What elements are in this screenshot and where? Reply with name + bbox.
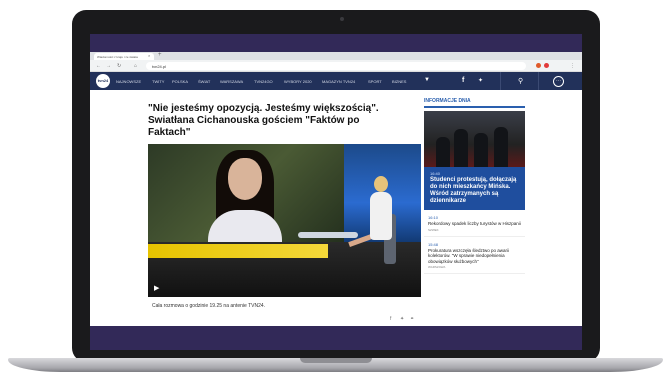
home-icon[interactable]: ⌂ <box>134 63 137 69</box>
nav-divider <box>500 72 501 90</box>
nav-swiat[interactable]: ŚWIAT <box>198 79 210 84</box>
nav-biznes[interactable]: BIZNES <box>392 79 406 84</box>
laptop-stage: Wiadomości z kraju i ze świata × + ← → ↻… <box>0 0 671 388</box>
crowd-figure <box>436 137 450 167</box>
nav-najnowsze[interactable]: NAJNOWSZE <box>116 79 141 84</box>
list-item[interactable]: 16:10 Rekordowy spadek liczby turystów w… <box>424 210 525 237</box>
video-player[interactable]: ▶ <box>148 144 421 297</box>
sidebar-title: INFORMACJE DNIA <box>424 98 525 108</box>
nav-tvn24go[interactable]: TVN24GO <box>254 79 273 84</box>
guest-face <box>228 158 262 200</box>
alert-icon[interactable] <box>544 63 549 68</box>
twitter-share-icon[interactable]: ✦ <box>400 316 404 322</box>
crowd-figure <box>494 127 508 167</box>
anchor-head <box>374 176 388 192</box>
nav-magazyn[interactable]: MAGAZYN TVN24 <box>322 79 355 84</box>
tvn24-logo[interactable]: tvn24 <box>96 74 110 88</box>
browser-window: Wiadomości z kraju i ze świata × + ← → ↻… <box>90 52 582 326</box>
item-title: Prokuratura wszczęła śledztwo po awarii … <box>428 247 510 264</box>
browser-tab[interactable]: Wiadomości z kraju i ze świata <box>94 53 154 60</box>
item-source: WARSZAWA <box>428 265 446 269</box>
url-input[interactable]: tvn24.pl <box>146 62 526 70</box>
logo-text: tvn24 <box>97 78 109 83</box>
laptop-notch <box>300 358 372 363</box>
list-item[interactable]: 15:48 Prokuratura wszczęła śledztwo po a… <box>424 237 525 274</box>
nav-wybory[interactable]: WYBORY 2020 <box>284 79 312 84</box>
user-icon[interactable]: ⚲ <box>518 77 523 85</box>
twitter-icon[interactable]: ✦ <box>478 77 483 84</box>
studio-yellow-band <box>148 244 328 258</box>
tab-strip: Wiadomości z kraju i ze świata × + <box>90 52 582 60</box>
link-share-icon[interactable]: ⚭ <box>410 316 414 322</box>
nav-twity[interactable]: TWITY <box>152 79 164 84</box>
more-menu-icon[interactable]: ··· <box>553 76 564 87</box>
article-headline[interactable]: "Nie jesteśmy opozycją. Jesteśmy większo… <box>148 103 398 139</box>
nav-divider <box>538 72 539 90</box>
menu-icon[interactable]: ⋮ <box>570 63 575 69</box>
extension-icon[interactable] <box>536 63 541 68</box>
url-text: tvn24.pl <box>152 64 167 69</box>
laptop-screen: Wiadomości z kraju i ze świata × + ← → ↻… <box>90 34 582 350</box>
crowd-figure <box>474 133 488 167</box>
nav-sport[interactable]: SPORT <box>368 79 382 84</box>
nav-warszawa[interactable]: WARSZAWA <box>220 79 243 84</box>
play-icon[interactable]: ▶ <box>154 284 159 292</box>
feature-time: 16:40 <box>430 171 441 176</box>
item-time: 16:10 <box>428 215 439 220</box>
more-dropdown-icon[interactable]: ▼ <box>424 77 430 83</box>
feature-story[interactable]: 16:40 Studenci protestują, dołączają do … <box>424 167 525 210</box>
nav-polska[interactable]: POLSKA <box>172 79 188 84</box>
page-content: "Nie jesteśmy opozycją. Jesteśmy większo… <box>90 90 582 326</box>
feature-image[interactable] <box>424 111 525 167</box>
new-tab-icon[interactable]: + <box>158 52 162 58</box>
item-title: Rekordowy spadek liczby turystów w Hiszp… <box>428 221 521 226</box>
reload-icon[interactable]: ↻ <box>117 63 121 69</box>
facebook-icon[interactable]: f <box>462 77 464 84</box>
item-source: SZWEK <box>428 227 439 232</box>
back-icon[interactable]: ← <box>96 63 101 69</box>
site-navbar: tvn24 NAJNOWSZE TWITY POLSKA ŚWIAT WARSZ… <box>90 72 582 90</box>
item-time: 15:48 <box>428 241 439 247</box>
crowd-figure <box>454 129 468 167</box>
address-bar: ← → ↻ ⌂ tvn24.pl ⋮ <box>90 60 582 72</box>
video-caption: Cała rozmowa o godzinie 19.25 na antenie… <box>152 303 266 309</box>
facebook-share-icon[interactable]: f <box>390 316 391 322</box>
close-tab-icon[interactable]: × <box>148 53 150 58</box>
forward-icon[interactable]: → <box>106 63 111 69</box>
sidebar-informacje-dnia: INFORMACJE DNIA 16:40 Studenci protestuj… <box>424 98 525 326</box>
webcam <box>340 17 344 21</box>
studio-desk <box>298 232 358 238</box>
feature-title: Studenci protestują, dołączają do nich m… <box>430 177 517 204</box>
anchor-body <box>370 192 392 240</box>
tab-title: Wiadomości z kraju i ze świata <box>97 55 138 59</box>
